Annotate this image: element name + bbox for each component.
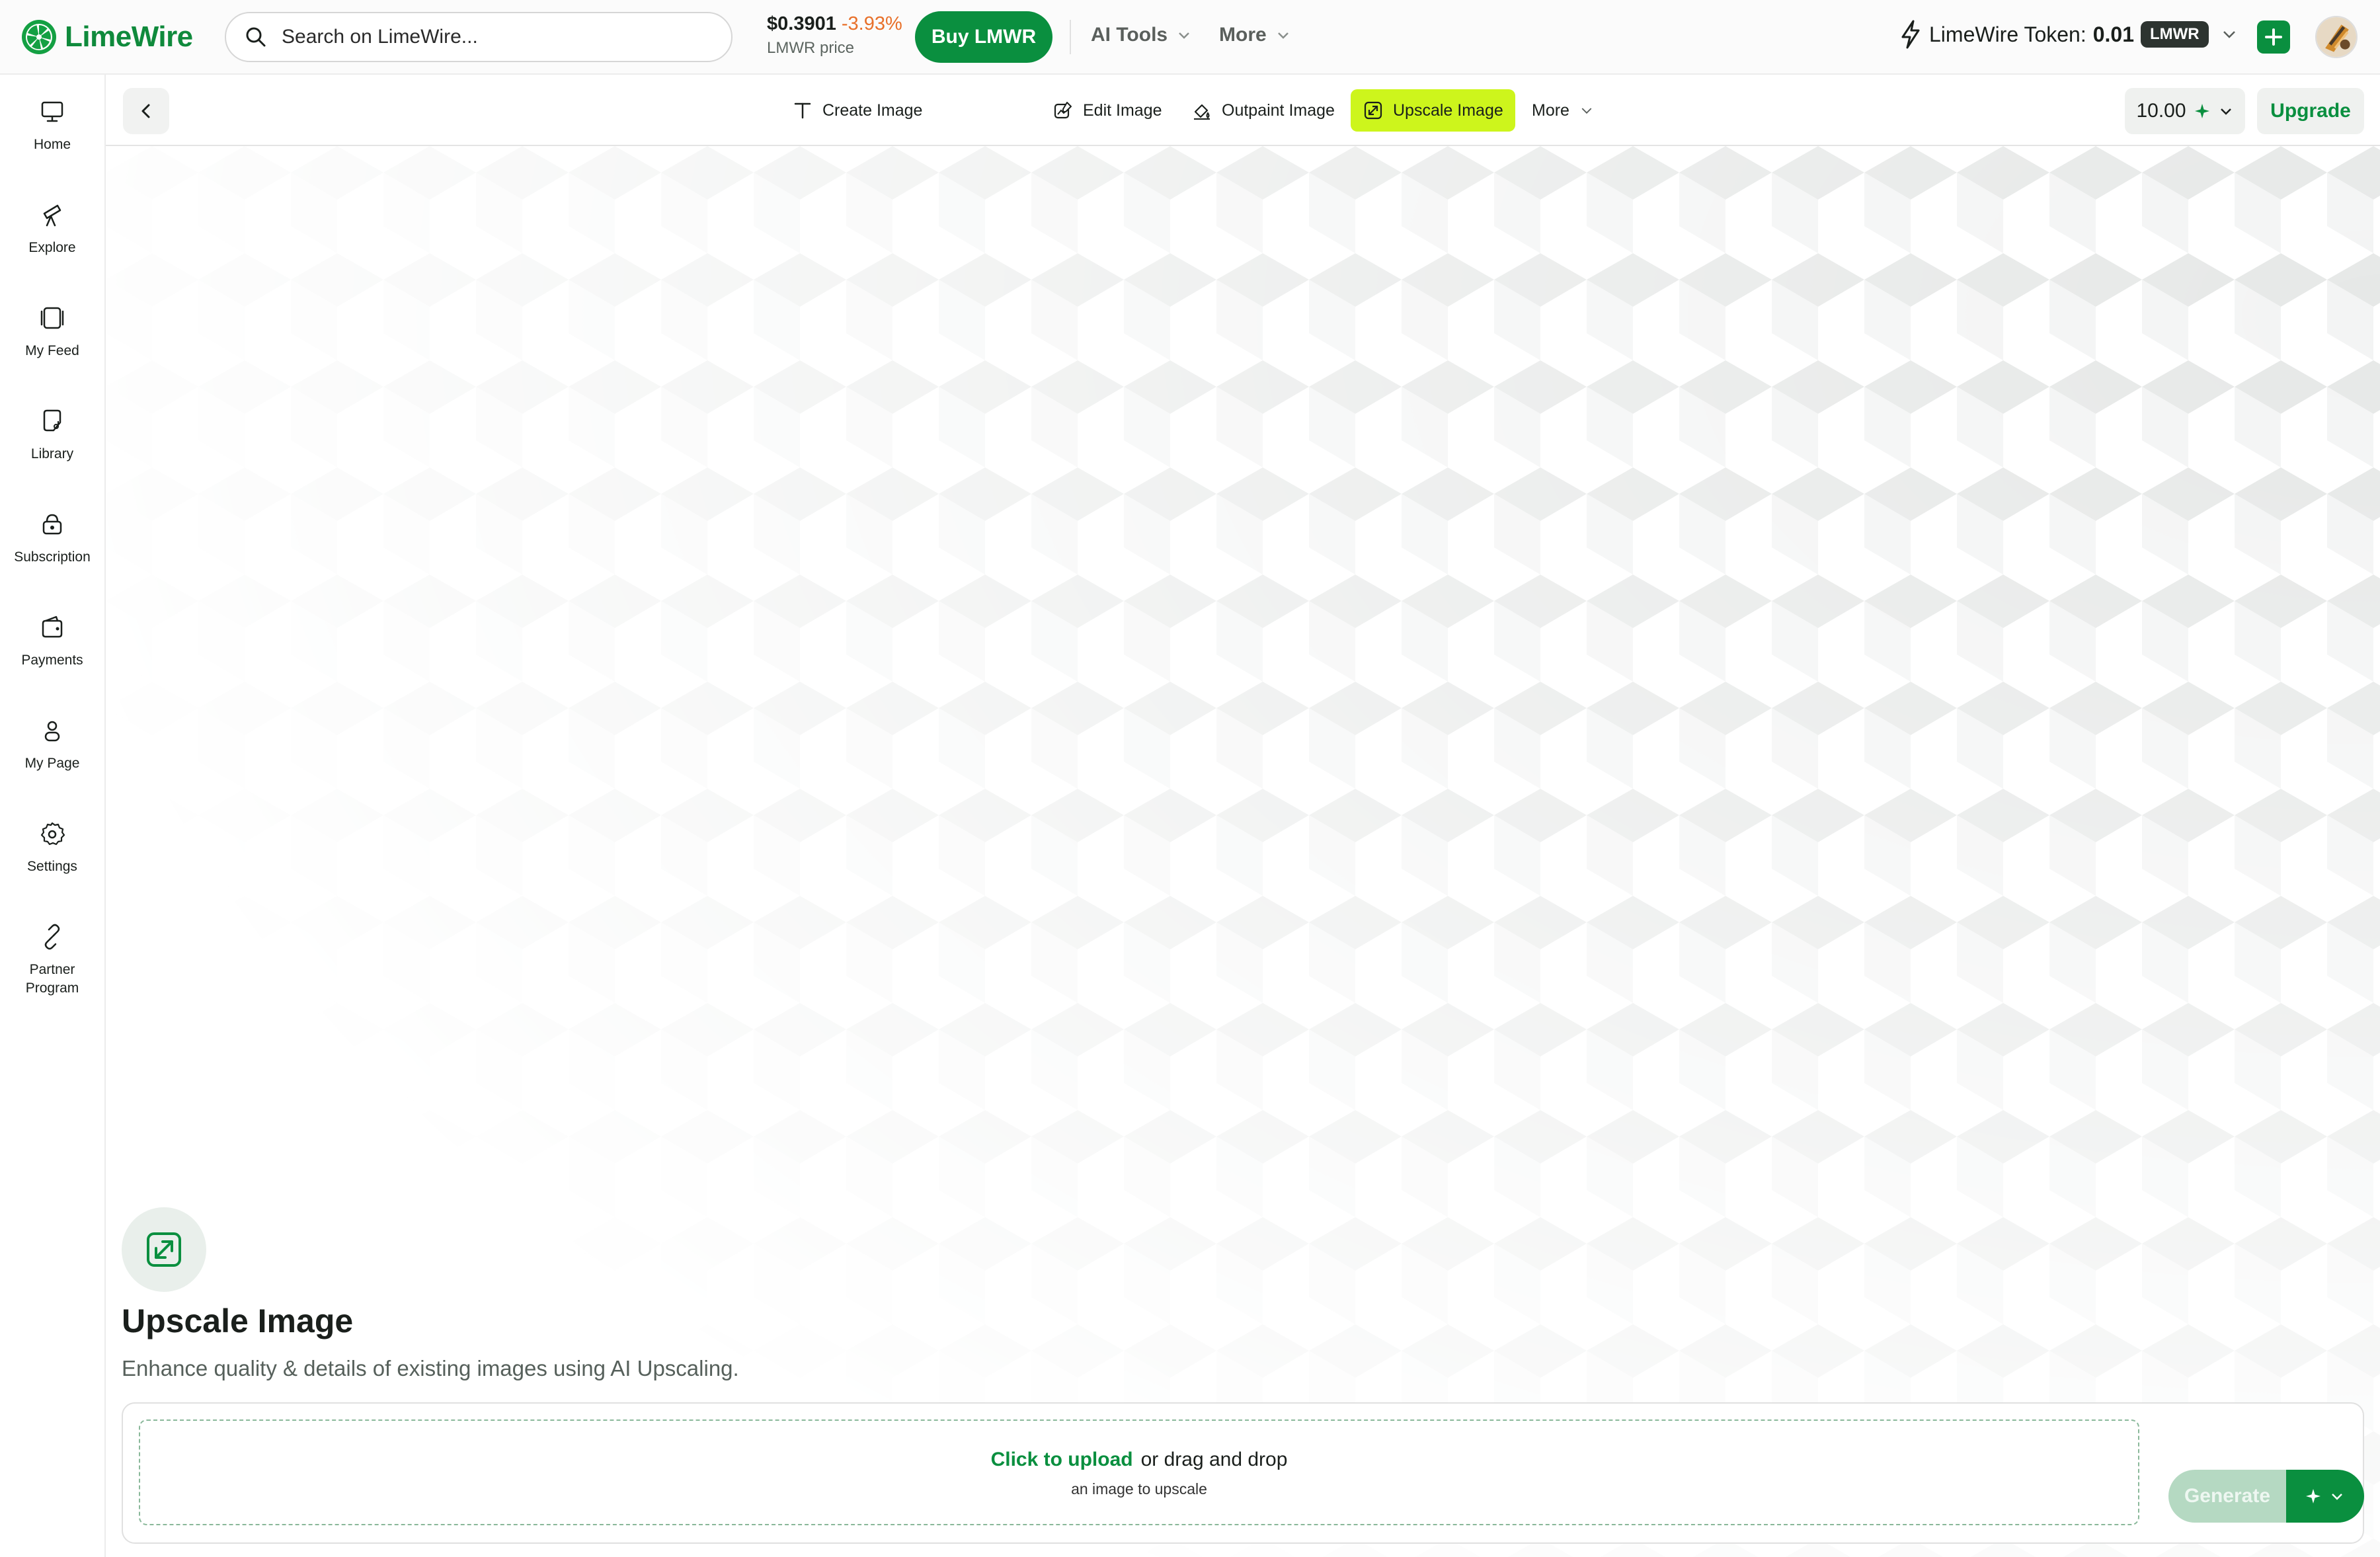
sidebar-item-label: Explore	[28, 240, 76, 255]
ai-tools-menu[interactable]: AI Tools	[1091, 24, 1191, 46]
tool-tabs-bar: Create Image Edit Image Outpaint Image U…	[106, 75, 2380, 146]
upscale-icon	[1364, 101, 1382, 120]
chevron-down-icon	[1277, 32, 1289, 39]
divider	[1070, 20, 1071, 54]
price-label: LMWR price	[767, 39, 855, 57]
tab-label: Edit Image	[1083, 100, 1162, 120]
sidebar-item-payments[interactable]: Payments	[0, 613, 104, 670]
avatar-image	[2317, 17, 2356, 57]
generate-button[interactable]: Generate	[2168, 1470, 2286, 1523]
buy-lmwr-button[interactable]: Buy LMWR	[915, 11, 1052, 63]
tab-outpaint-image[interactable]: Outpaint Image	[1179, 89, 1347, 132]
sidebar-item-label: Payments	[21, 653, 83, 668]
sidebar-item-partner-program[interactable]: Partner Program	[0, 922, 104, 998]
credits-dropdown[interactable]: 10.00	[2125, 88, 2245, 134]
chevron-down-icon	[1179, 32, 1189, 39]
tab-label: Create Image	[822, 100, 923, 120]
sidebar-item-label: Subscription	[14, 549, 91, 565]
more-menu[interactable]: More	[1219, 24, 1290, 46]
monitor-icon	[41, 101, 63, 122]
gear-icon	[40, 822, 65, 846]
more-label: More	[1219, 24, 1267, 46]
sidebar-item-label: My Page	[24, 756, 80, 771]
upload-hint: an image to upscale	[1071, 1480, 1207, 1497]
sidebar-item-my-page[interactable]: My Page	[0, 716, 104, 773]
feed-icon	[40, 307, 64, 329]
create-button[interactable]	[2257, 20, 2290, 54]
chevron-down-icon	[1581, 108, 1592, 114]
library-icon	[43, 409, 61, 432]
upscale-icon	[147, 1232, 181, 1267]
upload-panel: Click to upload or drag and drop an image…	[122, 1402, 2364, 1544]
bolt-icon	[1901, 20, 1920, 49]
sidebar: Home Explore My Feed Library Subscriptio…	[0, 75, 106, 1557]
price-value: $0.3901	[767, 13, 836, 34]
sidebar-item-home[interactable]: Home	[0, 97, 104, 154]
sidebar-item-settings[interactable]: Settings	[0, 819, 104, 876]
outpaint-icon	[1194, 104, 1210, 120]
text-icon	[794, 102, 811, 119]
search-icon	[246, 27, 266, 47]
chevron-down-icon	[2332, 1494, 2342, 1500]
edit-image-icon	[1054, 102, 1072, 119]
back-button[interactable]	[123, 88, 169, 134]
top-bar: LimeWire $0.3901 -3.93% LMWR price Buy L…	[0, 0, 2380, 75]
lime-logo-icon	[22, 20, 56, 54]
search-box[interactable]	[225, 12, 733, 62]
ai-tools-label: AI Tools	[1091, 24, 1168, 46]
generate-button-group: Generate	[2168, 1470, 2364, 1523]
generate-options-button[interactable]	[2286, 1470, 2364, 1523]
chevron-down-icon	[2220, 108, 2231, 115]
price-change: -3.93%	[841, 13, 902, 34]
page-subtitle: Enhance quality & details of existing im…	[122, 1356, 739, 1380]
limewire-logo[interactable]: LimeWire	[21, 17, 193, 57]
tab-edit-image[interactable]: Edit Image	[1041, 89, 1174, 132]
sidebar-item-label: Library	[30, 446, 74, 461]
credits-value: 10.00	[2136, 100, 2186, 122]
sidebar-item-explore[interactable]: Explore	[0, 200, 104, 257]
avatar[interactable]	[2315, 16, 2358, 58]
drag-drop-text: or drag and drop	[1140, 1449, 1288, 1470]
telescope-icon	[43, 204, 61, 227]
token-unit-badge: LMWR	[2141, 21, 2209, 48]
sparkle-icon	[2306, 1489, 2320, 1503]
brand-name: LimeWire	[65, 20, 193, 53]
plus-icon	[2265, 28, 2282, 46]
main-content: Upscale Image Enhance quality & details …	[106, 146, 2380, 1557]
sidebar-item-my-feed[interactable]: My Feed	[0, 303, 104, 360]
page-title: Upscale Image	[122, 1302, 354, 1339]
sparkle-icon	[2194, 104, 2209, 118]
subscription-icon	[42, 514, 62, 535]
tab-label: More	[1532, 100, 1569, 120]
search-input[interactable]	[282, 26, 705, 48]
upgrade-button[interactable]: Upgrade	[2257, 88, 2364, 134]
token-balance[interactable]: LimeWire Token: 0.01 LMWR	[1899, 20, 2238, 49]
token-label: LimeWire Token:	[1929, 22, 2086, 46]
sidebar-item-label: Settings	[27, 859, 77, 874]
tab-label: Outpaint Image	[1222, 100, 1335, 120]
tab-more[interactable]: More	[1520, 89, 1606, 132]
wallet-icon	[42, 616, 63, 638]
upscale-hero-icon	[122, 1207, 206, 1292]
chevron-left-icon	[141, 104, 150, 118]
sidebar-item-library[interactable]: Library	[0, 407, 104, 463]
tab-upscale-image[interactable]: Upscale Image	[1351, 89, 1515, 132]
token-value: 0.01	[2092, 22, 2134, 46]
link-icon	[44, 924, 60, 950]
sidebar-item-label: My Feed	[25, 343, 79, 358]
image-dropzone[interactable]: Click to upload or drag and drop an image…	[139, 1419, 2139, 1525]
tab-label: Upscale Image	[1393, 100, 1503, 120]
tab-create-image[interactable]: Create Image	[780, 89, 934, 132]
click-to-upload-link[interactable]: Click to upload	[991, 1449, 1133, 1470]
chevron-down-icon	[2223, 31, 2235, 38]
token-price: $0.3901 -3.93% LMWR price	[767, 13, 902, 58]
user-icon	[44, 721, 60, 742]
background-pattern	[106, 146, 2380, 1557]
sidebar-item-label: Home	[33, 137, 71, 152]
sidebar-item-subscription[interactable]: Subscription	[0, 510, 104, 567]
sidebar-item-label: Partner Program	[25, 962, 79, 996]
